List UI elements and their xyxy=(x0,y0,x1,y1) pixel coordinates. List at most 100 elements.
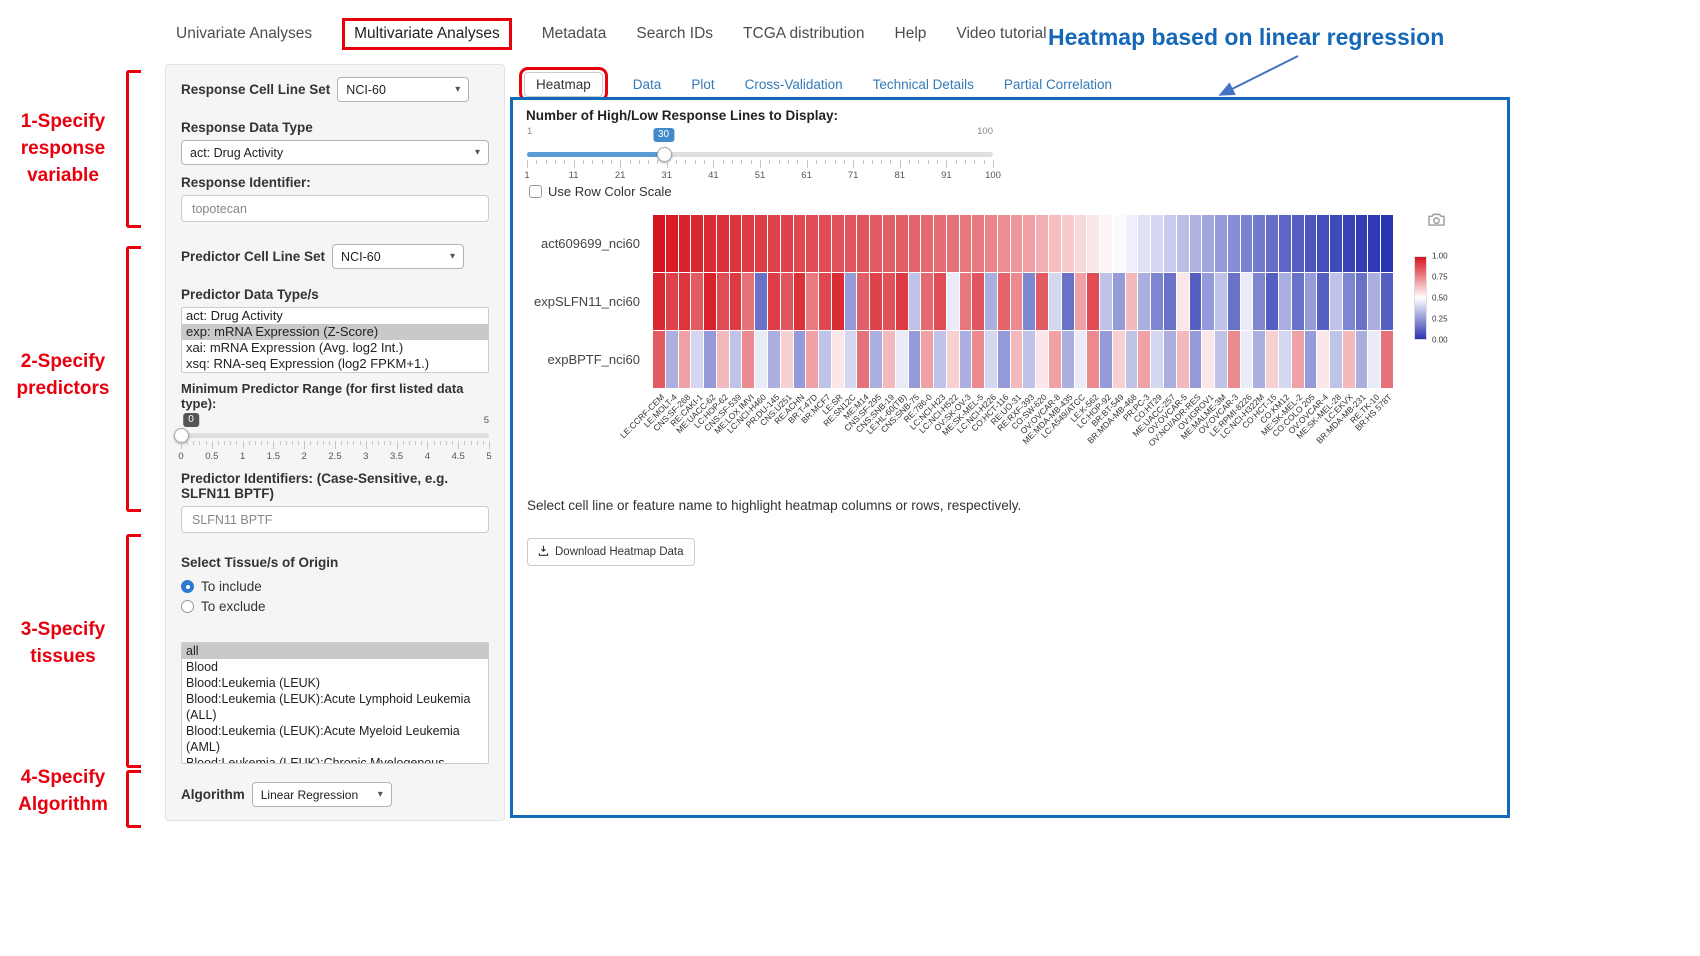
colorbar-tick-label: 0.00 xyxy=(1432,336,1448,345)
tissue-option-blood-leukemia-leuk-acute-lymphoid-leukemia-all[interactable]: Blood:Leukemia (LEUK):Acute Lymphoid Leu… xyxy=(182,691,488,723)
response-cell-line-set-select[interactable]: NCI-60 ▾ xyxy=(337,77,469,102)
camera-icon[interactable] xyxy=(1427,212,1446,232)
row-color-scale-checkbox[interactable] xyxy=(529,185,542,198)
response-identifier-input[interactable] xyxy=(181,195,489,222)
tissue-listbox[interactable]: allBloodBlood:Leukemia (LEUK)Blood:Leuke… xyxy=(181,642,489,764)
heatmap-cell xyxy=(1305,273,1317,330)
heatmap-row-label-expbptf-nci60[interactable]: expBPTF_nci60 xyxy=(513,330,646,388)
tissue-option-blood-leukemia-leuk[interactable]: Blood:Leukemia (LEUK) xyxy=(182,675,488,691)
predictor-data-types-label: Predictor Data Type/s xyxy=(181,287,489,302)
heatmap-cell xyxy=(960,331,972,388)
datatype-option-act-drug-activity[interactable]: act: Drug Activity xyxy=(182,308,488,324)
tab-technical-details[interactable]: Technical Details xyxy=(873,77,974,92)
response-lines-slider[interactable]: 1 100 30 1112131415161718191100 xyxy=(527,126,993,184)
heatmap-row-label-act609699-nci60[interactable]: act609699_nci60 xyxy=(513,215,646,273)
heatmap-cell xyxy=(666,273,678,330)
heatmap-cell xyxy=(1049,273,1061,330)
download-heatmap-button[interactable]: Download Heatmap Data xyxy=(527,538,695,566)
heatmap-cell xyxy=(1190,215,1202,272)
datatype-option-exp-mrna-expression-z-score[interactable]: exp: mRNA Expression (Z-Score) xyxy=(182,324,488,340)
sidebar: Response Cell Line Set NCI-60 ▾ Response… xyxy=(165,64,505,821)
heatmap-cell xyxy=(794,215,806,272)
heatmap-cell xyxy=(934,331,946,388)
heatmap-cell xyxy=(1356,215,1368,272)
heatmap-grid[interactable] xyxy=(653,215,1393,388)
heatmap-cell xyxy=(819,215,831,272)
heatmap-cell xyxy=(704,215,716,272)
heatmap-cell xyxy=(730,273,742,330)
tab-partial-correlation[interactable]: Partial Correlation xyxy=(1004,77,1112,92)
heatmap-cell xyxy=(1075,273,1087,330)
heatmap-cell xyxy=(1087,273,1099,330)
annotation-heading: Heatmap based on linear regression xyxy=(1048,24,1444,51)
heatmap-cell xyxy=(1330,331,1342,388)
tissue-radio-to-exclude[interactable]: To exclude xyxy=(181,596,489,616)
tissue-option-all[interactable]: all xyxy=(182,643,488,659)
heatmap-cell xyxy=(1151,273,1163,330)
nav-item-help[interactable]: Help xyxy=(895,25,927,43)
tissue-radio-to-include[interactable]: To include xyxy=(181,576,489,596)
tissue-option-blood-leukemia-leuk-acute-myeloid-leukemia-aml[interactable]: Blood:Leukemia (LEUK):Acute Myeloid Leuk… xyxy=(182,723,488,755)
datatype-option-xsq-rna-seq-expression-log2-fpkm-1[interactable]: xsq: RNA-seq Expression (log2 FPKM+1.) xyxy=(182,356,488,372)
heatmap-cell xyxy=(1023,215,1035,272)
heatmap-cell xyxy=(755,331,767,388)
predictor-datatype-listbox[interactable]: act: Drug Activityexp: mRNA Expression (… xyxy=(181,307,489,373)
heatmap-row-label-expslfn11-nci60[interactable]: expSLFN11_nci60 xyxy=(513,273,646,331)
heatmap-cell xyxy=(1241,273,1253,330)
response-lines-slider-label: Number of High/Low Response Lines to Dis… xyxy=(526,108,838,123)
tab-cross-validation[interactable]: Cross-Validation xyxy=(745,77,843,92)
heatmap-cell xyxy=(1292,215,1304,272)
heatmap-cell xyxy=(1330,215,1342,272)
response-data-type-select[interactable]: act: Drug Activity ▾ xyxy=(181,140,489,165)
chevron-down-icon: ▾ xyxy=(378,789,383,800)
tissue-option-blood-leukemia-leuk-chronic-myelogenous-leukemia-cml[interactable]: Blood:Leukemia (LEUK):Chronic Myelogenou… xyxy=(182,755,488,764)
slider-track[interactable] xyxy=(181,433,489,438)
tab-data[interactable]: Data xyxy=(633,77,662,92)
heatmap-cell xyxy=(1113,215,1125,272)
heatmap-cell xyxy=(985,331,997,388)
nav-item-univariate-analyses[interactable]: Univariate Analyses xyxy=(176,25,312,43)
heatmap-cell xyxy=(1241,331,1253,388)
heatmap-cell xyxy=(755,273,767,330)
heatmap-cell xyxy=(1023,331,1035,388)
heatmap-cell xyxy=(870,273,882,330)
heatmap-cell xyxy=(742,273,754,330)
heatmap-cell xyxy=(1151,331,1163,388)
heatmap-cell xyxy=(1215,273,1227,330)
heatmap-cell xyxy=(1368,331,1380,388)
heatmap-cell xyxy=(1177,331,1189,388)
predictor-identifiers-input[interactable] xyxy=(181,506,489,533)
nav-item-search-ids[interactable]: Search IDs xyxy=(636,25,713,43)
heatmap-cell xyxy=(845,331,857,388)
datatype-option-xai-mrna-expression-avg-log2-int[interactable]: xai: mRNA Expression (Avg. log2 Int.) xyxy=(182,340,488,356)
tissue-option-blood[interactable]: Blood xyxy=(182,659,488,675)
step-note-3: 3-Specify tissues xyxy=(2,616,124,670)
heatmap-cell xyxy=(909,273,921,330)
heatmap-cell xyxy=(1266,215,1278,272)
nav-item-video-tutorial[interactable]: Video tutorial xyxy=(956,25,1046,43)
step-note-2: 2-Specify predictors xyxy=(2,348,124,402)
min-predictor-range-slider[interactable]: 0 5 00.511.522.533.544.55 xyxy=(181,413,489,463)
nav-item-tcga-distribution[interactable]: TCGA distribution xyxy=(743,25,864,43)
heatmap-cell xyxy=(1062,215,1074,272)
algorithm-select[interactable]: Linear Regression ▾ xyxy=(252,782,392,807)
heatmap-cell xyxy=(1279,273,1291,330)
tab-heatmap[interactable]: Heatmap xyxy=(524,72,603,97)
heatmap-cell xyxy=(1279,215,1291,272)
heatmap-cell xyxy=(1317,215,1329,272)
heatmap-cell xyxy=(806,215,818,272)
heatmap-cell xyxy=(960,215,972,272)
heatmap-cell xyxy=(1343,273,1355,330)
heatmap-cell xyxy=(1202,331,1214,388)
heatmap-cell xyxy=(1305,215,1317,272)
predictor-identifiers-label: Predictor Identifiers: (Case-Sensitive, … xyxy=(181,471,489,501)
colorbar-tick-label: 1.00 xyxy=(1432,252,1448,261)
slider-grid: 1112131415161718191100 xyxy=(527,160,993,184)
row-color-scale-option[interactable]: Use Row Color Scale xyxy=(529,184,672,199)
heatmap-cell xyxy=(1177,273,1189,330)
heatmap-cell xyxy=(691,273,703,330)
nav-item-multivariate-analyses[interactable]: Multivariate Analyses xyxy=(342,18,512,50)
predictor-cell-line-set-select[interactable]: NCI-60 ▾ xyxy=(332,244,464,269)
tab-plot[interactable]: Plot xyxy=(691,77,714,92)
nav-item-metadata[interactable]: Metadata xyxy=(542,25,607,43)
